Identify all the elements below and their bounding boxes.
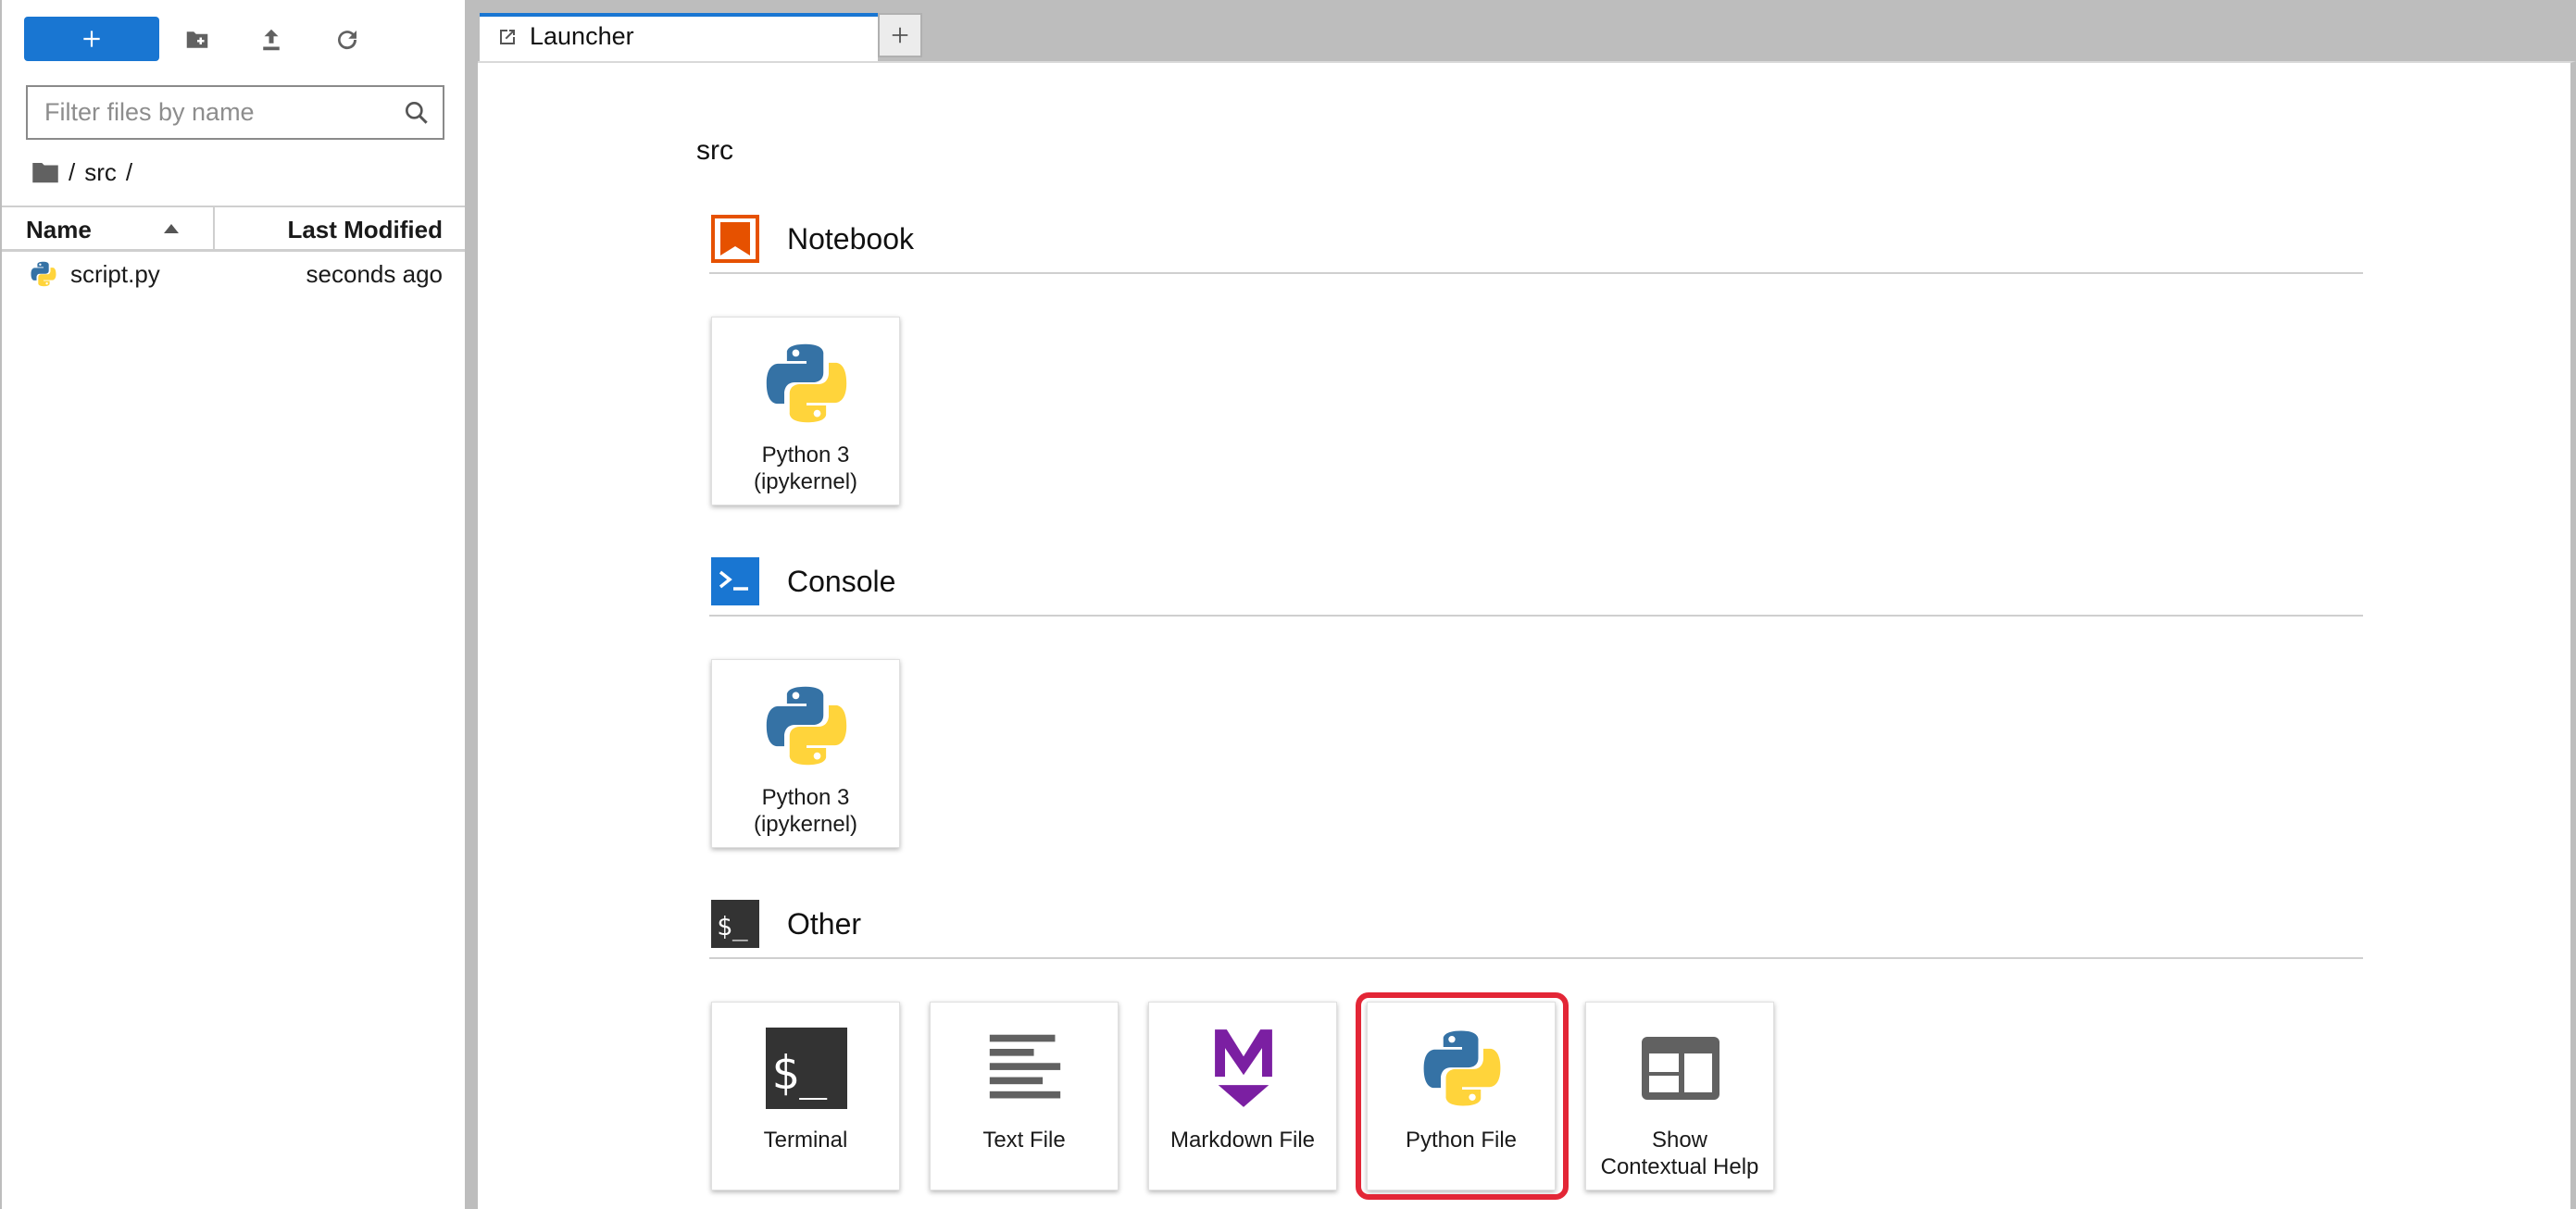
- launcher-panel: src Notebook Python 3 (ipykernel) Console…: [478, 61, 2576, 1209]
- refresh-button[interactable]: [331, 24, 363, 56]
- section-title: Other: [787, 907, 862, 941]
- terminal-icon: $_: [760, 1017, 853, 1119]
- file-browser-toolbar: [24, 17, 450, 61]
- contextual-help-icon: [1634, 1017, 1727, 1119]
- section-title: Console: [787, 565, 896, 598]
- new-launcher-button[interactable]: [24, 17, 159, 61]
- card-label: Text File: [982, 1128, 1066, 1153]
- new-folder-button[interactable]: [181, 24, 213, 56]
- launcher-card-notebook-python3[interactable]: Python 3 (ipykernel): [711, 317, 900, 505]
- refresh-icon: [338, 31, 357, 50]
- launcher-card-contextual-help[interactable]: Show Contextual Help: [1585, 1002, 1774, 1190]
- file-list-item[interactable]: script.py seconds ago: [2, 254, 465, 294]
- section-other: $_ Other: [709, 896, 2363, 959]
- section-console: Console: [709, 554, 2363, 617]
- upload-icon: [263, 29, 280, 51]
- console-icon: [711, 557, 759, 605]
- breadcrumb-separator: /: [125, 157, 133, 186]
- card-label: Python 3 (ipykernel): [753, 785, 858, 837]
- filter-files-input[interactable]: [28, 87, 389, 138]
- python-logo-icon: [760, 332, 853, 434]
- launcher-icon: [500, 30, 515, 44]
- launcher-card-markdown-file[interactable]: Markdown File: [1148, 1002, 1337, 1190]
- section-notebook: Notebook: [709, 211, 2363, 274]
- card-label: Markdown File: [1169, 1128, 1316, 1153]
- python-logo-icon: [760, 675, 853, 777]
- launcher-cwd: src: [696, 135, 733, 166]
- last-modified-column-header[interactable]: Last Modified: [287, 216, 443, 244]
- launcher-card-text-file[interactable]: Text File: [930, 1002, 1119, 1190]
- file-filter: [26, 85, 444, 140]
- card-label: Show Contextual Help: [1600, 1128, 1759, 1179]
- section-title: Notebook: [787, 222, 914, 256]
- python-file-icon: [31, 261, 56, 287]
- breadcrumb-separator: /: [69, 157, 76, 186]
- column-divider[interactable]: [213, 207, 215, 250]
- card-label: Terminal: [763, 1128, 848, 1153]
- launcher-card-console-python3[interactable]: Python 3 (ipykernel): [711, 659, 900, 848]
- folder-icon[interactable]: [31, 160, 59, 184]
- plus-icon: [83, 31, 100, 47]
- launcher-card-terminal[interactable]: $_ Terminal: [711, 1002, 900, 1190]
- svg-text:$_: $_: [717, 911, 748, 942]
- breadcrumb-src[interactable]: src: [84, 158, 117, 187]
- name-column-header[interactable]: Name: [26, 216, 92, 244]
- tab-label: Launcher: [530, 22, 634, 50]
- svg-text:$_: $_: [771, 1046, 828, 1100]
- notebook-icon: [711, 215, 759, 263]
- panel-splitter[interactable]: [465, 0, 478, 1209]
- file-list-header: Name Last Modified: [2, 206, 465, 252]
- text-file-icon: [979, 1017, 1071, 1119]
- file-name: script.py: [70, 260, 160, 288]
- highlight-box: [1356, 992, 1569, 1200]
- markdown-icon: [1197, 1017, 1290, 1119]
- jupyterlab-app: / src / Name Last Modified script.py sec…: [0, 0, 2576, 1209]
- new-folder-icon: [186, 31, 208, 48]
- tab-bar: Launcher: [478, 0, 2576, 61]
- sort-ascending-icon: [164, 224, 179, 233]
- card-label: Python 3 (ipykernel): [753, 442, 858, 494]
- add-tab-button[interactable]: [878, 13, 922, 57]
- upload-button[interactable]: [256, 24, 287, 56]
- plus-icon: [892, 27, 908, 44]
- file-browser-panel: / src / Name Last Modified script.py sec…: [0, 0, 465, 1209]
- tab-launcher[interactable]: Launcher: [480, 13, 878, 61]
- terminal-icon: $_: [711, 900, 759, 948]
- search-icon: [406, 102, 428, 124]
- breadcrumb: / src /: [31, 156, 142, 189]
- file-modified: seconds ago: [306, 260, 443, 288]
